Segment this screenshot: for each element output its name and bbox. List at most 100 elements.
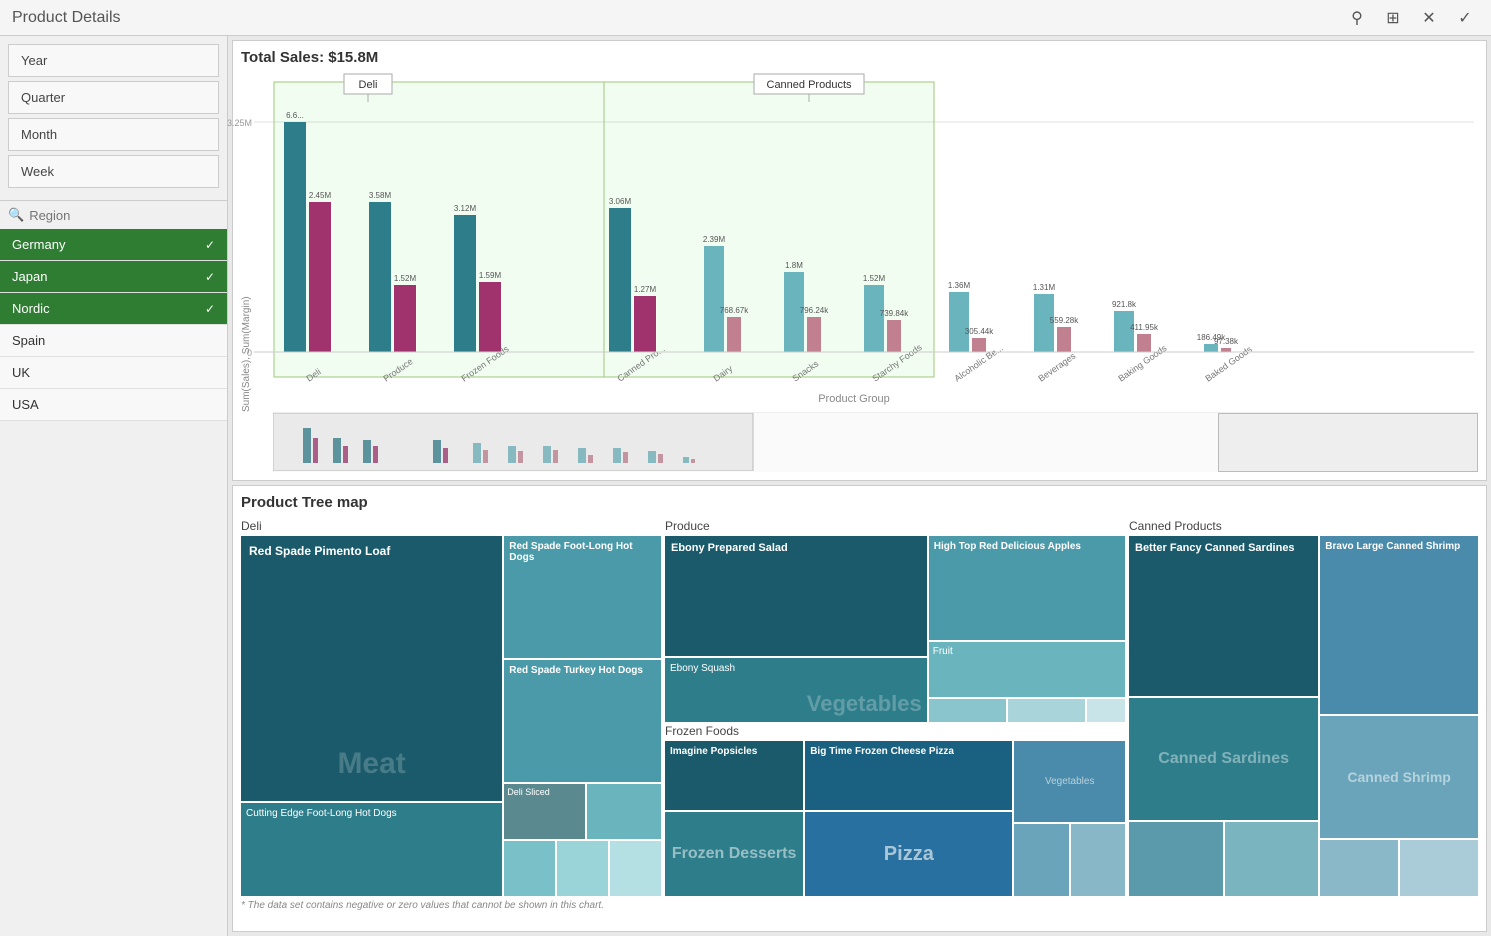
tm-pizza-name[interactable]: Big Time Frozen Cheese Pizza	[805, 741, 1012, 810]
tm-frozen-desserts[interactable]: Frozen Desserts	[665, 812, 803, 896]
treemap-panel: Product Tree map Deli Red Spade Pimento …	[232, 485, 1487, 932]
bar-baking-margin[interactable]	[1137, 334, 1151, 352]
filter-item-month[interactable]: Month	[8, 118, 219, 151]
toolbar-icons: ⚲ ⊞ ✕ ✓	[1343, 4, 1479, 32]
sidebar: YearQuarterMonthWeek 🔍 Germany✓Japan✓Nor…	[0, 36, 228, 936]
tm-pimento[interactable]: Red Spade Pimento Loaf Meat	[241, 536, 502, 801]
deli-col: Deli Red Spade Pimento Loaf Meat Cutting…	[241, 519, 661, 896]
tm-vegetables[interactable]: Vegetables	[1014, 741, 1125, 822]
svg-text:2.39M: 2.39M	[703, 235, 726, 244]
chart-scrollbar[interactable]	[273, 412, 1478, 472]
tm-pro-t1[interactable]	[929, 699, 1006, 722]
scroll-thumb[interactable]	[1218, 413, 1478, 472]
canned-grid: Better Fancy Canned Sardines Canned Sard…	[1129, 536, 1478, 896]
bar-baked-margin[interactable]	[1221, 348, 1231, 352]
tm-frz-t1[interactable]	[1014, 824, 1068, 897]
tm-frz-t2[interactable]	[1071, 824, 1125, 897]
close-button[interactable]: ✕	[1415, 4, 1443, 32]
region-item-usa[interactable]: USA	[0, 389, 227, 421]
bar-frozen-margin[interactable]	[479, 282, 501, 352]
tm-can-t2[interactable]	[1225, 822, 1319, 896]
tm-footlong[interactable]: Red Spade Foot-Long Hot Dogs	[504, 536, 661, 658]
bar-dairy-margin[interactable]	[727, 317, 741, 352]
svg-text:Deli: Deli	[359, 79, 378, 91]
svg-text:2.45M: 2.45M	[309, 191, 332, 200]
bar-alc-sales[interactable]	[949, 292, 969, 352]
region-search-input[interactable]	[29, 208, 219, 223]
svg-text:305.44k: 305.44k	[965, 327, 994, 336]
treemap-note: * The data set contains negative or zero…	[241, 900, 1478, 911]
region-label: Nordic	[12, 301, 50, 316]
region-label: Japan	[12, 269, 47, 284]
svg-text:559.28k: 559.28k	[1050, 316, 1079, 325]
tm-can-t3[interactable]	[1320, 840, 1398, 896]
bar-dairy-sales[interactable]	[704, 246, 724, 352]
bar-deli-sales[interactable]	[284, 122, 306, 352]
bar-starchy-margin[interactable]	[887, 320, 901, 352]
bar-snacks-margin[interactable]	[807, 317, 821, 352]
tm-pro-t2[interactable]	[1008, 699, 1085, 722]
bar-frozen-sales[interactable]	[454, 215, 476, 352]
tm-turkey[interactable]: Red Spade Turkey Hot Dogs	[504, 660, 661, 782]
region-label: UK	[12, 365, 30, 380]
svg-text:1.52M: 1.52M	[863, 274, 886, 283]
tm-pizza[interactable]: Pizza	[805, 812, 1012, 896]
filter-item-quarter[interactable]: Quarter	[8, 81, 219, 114]
tm-pro-t3[interactable]	[1087, 699, 1125, 722]
svg-text:1.52M: 1.52M	[394, 274, 417, 283]
bar-produce-margin[interactable]	[394, 285, 416, 352]
canned-label: Canned Products	[1129, 519, 1478, 533]
region-item-germany[interactable]: Germany✓	[0, 229, 227, 261]
tm-salad[interactable]: Ebony Prepared Salad	[665, 536, 927, 656]
content-area: Total Sales: $15.8M Sum(Sales), Sum(Marg…	[228, 36, 1491, 936]
bar-starchy-sales[interactable]	[864, 285, 884, 352]
svg-text:1.27M: 1.27M	[634, 285, 657, 294]
svg-text:Beverages: Beverages	[1036, 350, 1077, 383]
region-item-spain[interactable]: Spain	[0, 325, 227, 357]
svg-text:411.95k: 411.95k	[1130, 323, 1159, 332]
svg-text:1.31M: 1.31M	[1033, 283, 1056, 292]
region-item-nordic[interactable]: Nordic✓	[0, 293, 227, 325]
bar-bev-margin[interactable]	[1057, 327, 1071, 352]
bar-canned-margin[interactable]	[634, 296, 656, 352]
tm-tiny3[interactable]	[557, 841, 608, 896]
region-item-japan[interactable]: Japan✓	[0, 261, 227, 293]
chart-panel: Total Sales: $15.8M Sum(Sales), Sum(Marg…	[232, 40, 1487, 481]
tm-tiny4[interactable]	[610, 841, 661, 896]
tm-shrimp-bravo[interactable]: Bravo Large Canned Shrimp	[1320, 536, 1478, 714]
bar-produce-sales[interactable]	[369, 202, 391, 352]
bar-deli-margin[interactable]	[309, 202, 331, 352]
canned-col: Canned Products Better Fancy Canned Sard…	[1129, 519, 1478, 896]
grid-button[interactable]: ⊞	[1379, 4, 1407, 32]
tm-can-t4[interactable]	[1400, 840, 1478, 896]
tm-tiny2[interactable]	[504, 841, 555, 896]
svg-text:921.8k: 921.8k	[1112, 300, 1137, 309]
search-button[interactable]: ⚲	[1343, 4, 1371, 32]
tm-squash[interactable]: Ebony Squash Vegetables	[665, 658, 927, 722]
search-icon: 🔍	[8, 207, 24, 223]
bar-canned-sales[interactable]	[609, 208, 631, 352]
filter-item-week[interactable]: Week	[8, 155, 219, 188]
tm-sardines-better[interactable]: Better Fancy Canned Sardines	[1129, 536, 1318, 696]
confirm-button[interactable]: ✓	[1451, 4, 1479, 32]
tm-sliced[interactable]: Deli Sliced	[504, 784, 584, 839]
tm-can-t1[interactable]	[1129, 822, 1223, 896]
region-item-uk[interactable]: UK	[0, 357, 227, 389]
tm-tiny1[interactable]	[587, 784, 661, 839]
svg-text:768.67k: 768.67k	[720, 306, 749, 315]
svg-text:1.8M: 1.8M	[785, 261, 803, 270]
tm-cutting[interactable]: Cutting Edge Foot-Long Hot Dogs	[241, 803, 502, 896]
region-list: Germany✓Japan✓Nordic✓Spain UK USA	[0, 229, 227, 936]
svg-text:6.6...: 6.6...	[286, 111, 304, 120]
bar-chart-svg: 3.25M 0 Deli Canned Products	[254, 72, 1474, 412]
filter-item-year[interactable]: Year	[8, 44, 219, 77]
tm-canned-shrimp-wm[interactable]: Canned Shrimp	[1320, 716, 1478, 838]
bar-alc-margin[interactable]	[972, 338, 986, 352]
svg-text:3.12M: 3.12M	[454, 204, 477, 213]
tm-popsicles[interactable]: Imagine Popsicles	[665, 741, 803, 810]
tm-fruit[interactable]: Fruit	[929, 642, 1125, 697]
tm-canned-sardines-wm[interactable]: Canned Sardines	[1129, 698, 1318, 819]
frozen-grid: Imagine Popsicles Frozen Desserts Big Ti…	[665, 741, 1125, 896]
tm-apples[interactable]: High Top Red Delicious Apples	[929, 536, 1125, 640]
treemap-title: Product Tree map	[241, 494, 1478, 511]
